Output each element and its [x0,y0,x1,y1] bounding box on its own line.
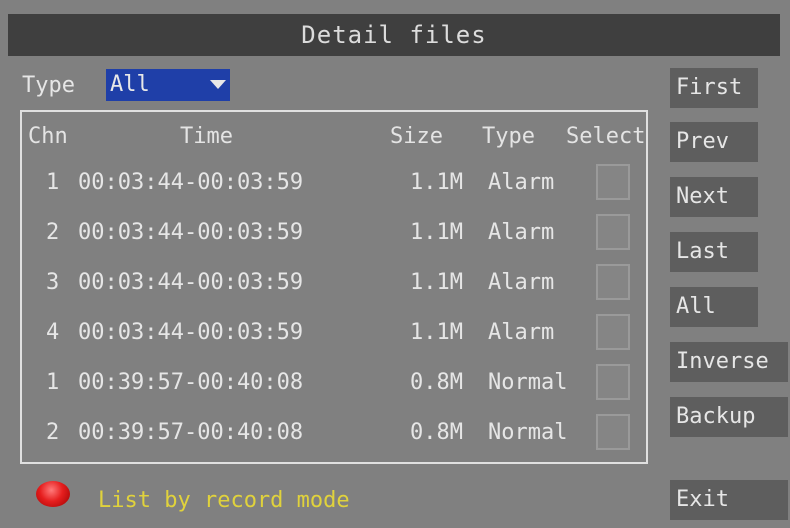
table-row[interactable]: 2 00:03:44-00:03:59 1.1M Alarm [0,210,650,260]
exit-button[interactable]: Exit [670,480,788,520]
row-time: 00:03:44-00:03:59 [78,270,304,295]
column-header-time: Time [180,124,233,149]
inverse-button[interactable]: Inverse [670,342,788,382]
table-row[interactable]: 4 00:03:44-00:03:59 1.1M Alarm [0,310,650,360]
type-filter-value[interactable]: All [106,69,206,101]
row-select-checkbox[interactable] [596,314,630,350]
first-button[interactable]: First [670,68,758,108]
list-mode-label: List by record mode [98,488,350,513]
row-select-checkbox[interactable] [596,414,630,450]
row-type: Alarm [488,220,555,245]
row-time: 00:03:44-00:03:59 [78,320,304,345]
row-chn: 2 [46,420,60,445]
row-type: Normal [488,420,568,445]
row-type: Alarm [488,170,555,195]
row-type: Alarm [488,320,555,345]
table-row[interactable]: 3 00:03:44-00:03:59 1.1M Alarm [0,260,650,310]
row-time: 00:03:44-00:03:59 [78,170,304,195]
select-all-button[interactable]: All [670,287,758,327]
row-time: 00:03:44-00:03:59 [78,220,304,245]
window-title: Detail files [8,14,780,56]
type-filter-dropdown[interactable]: All [106,69,230,101]
backup-button[interactable]: Backup [670,397,788,437]
row-chn: 4 [46,320,60,345]
row-size: 1.1M [410,270,463,295]
row-size: 1.1M [410,320,463,345]
row-size: 1.1M [410,170,463,195]
prev-button[interactable]: Prev [670,122,758,162]
row-time: 00:39:57-00:40:08 [78,420,304,445]
column-header-select: Select [566,124,646,149]
chevron-down-icon[interactable] [206,69,230,101]
column-header-type: Type [482,124,535,149]
row-time: 00:39:57-00:40:08 [78,370,304,395]
last-button[interactable]: Last [670,232,758,272]
column-header-chn: Chn [28,124,68,149]
row-select-checkbox[interactable] [596,264,630,300]
record-indicator-icon [36,481,70,507]
next-button[interactable]: Next [670,177,758,217]
table-row[interactable]: 1 00:39:57-00:40:08 0.8M Normal [0,360,650,410]
detail-files-screen: Detail files Type All Chn Time Size Type… [0,0,790,528]
row-chn: 3 [46,270,60,295]
row-select-checkbox[interactable] [596,164,630,200]
column-header-size: Size [390,124,443,149]
row-type: Normal [488,370,568,395]
table-row[interactable]: 2 00:39:57-00:40:08 0.8M Normal [0,410,650,460]
row-select-checkbox[interactable] [596,364,630,400]
type-filter-label: Type [22,73,75,98]
row-select-checkbox[interactable] [596,214,630,250]
row-chn: 2 [46,220,60,245]
window-title-text: Detail files [301,21,487,49]
row-size: 1.1M [410,220,463,245]
row-type: Alarm [488,270,555,295]
row-chn: 1 [46,170,60,195]
row-size: 0.8M [410,420,463,445]
table-row[interactable]: 1 00:03:44-00:03:59 1.1M Alarm [0,160,650,210]
row-size: 0.8M [410,370,463,395]
row-chn: 1 [46,370,60,395]
